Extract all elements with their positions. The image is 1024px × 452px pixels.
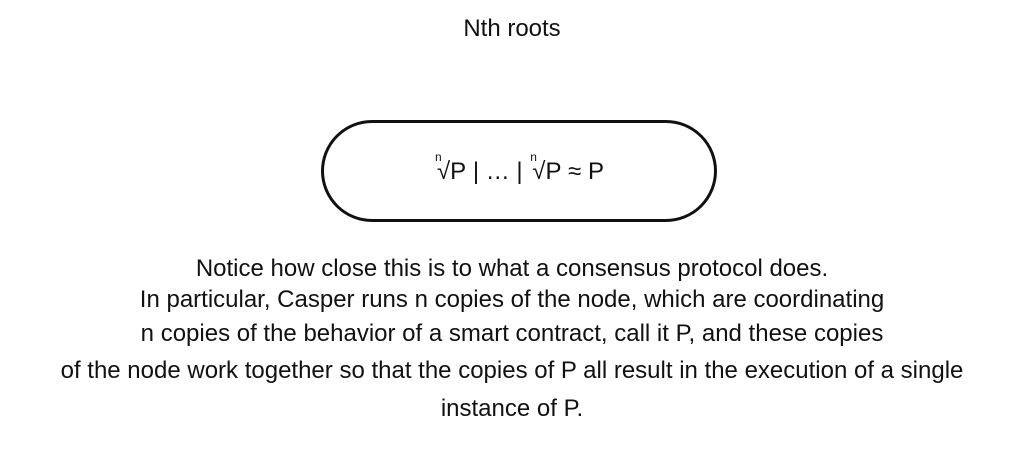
body-line: n copies of the behavior of a smart cont… <box>140 320 884 347</box>
parallel-ellipsis: | … | <box>466 158 530 185</box>
root-index: n <box>434 150 442 164</box>
slide-title: Nth roots <box>463 15 561 42</box>
body-line: of the node work together so that the co… <box>60 357 964 384</box>
body-line: In particular, Casper runs n copies of t… <box>139 286 885 313</box>
body-line: instance of P. <box>440 395 584 422</box>
formula-result: P <box>588 158 605 185</box>
approx-symbol: ≈ <box>561 158 588 185</box>
root-operand: P <box>450 158 467 185</box>
root-index: n <box>530 150 537 164</box>
nth-root-term-last: n √P <box>529 151 562 186</box>
body-line: Notice how close this is to what a conse… <box>195 255 829 282</box>
nth-root-term-first: n √P <box>434 151 467 186</box>
formula-box: n √P | … | n √P ≈ P <box>321 120 717 222</box>
nth-root-formula: n √P | … | n √P ≈ P <box>434 151 605 186</box>
root-operand: P <box>545 158 562 185</box>
body-paragraph: Notice how close this is to what a conse… <box>0 254 1024 428</box>
